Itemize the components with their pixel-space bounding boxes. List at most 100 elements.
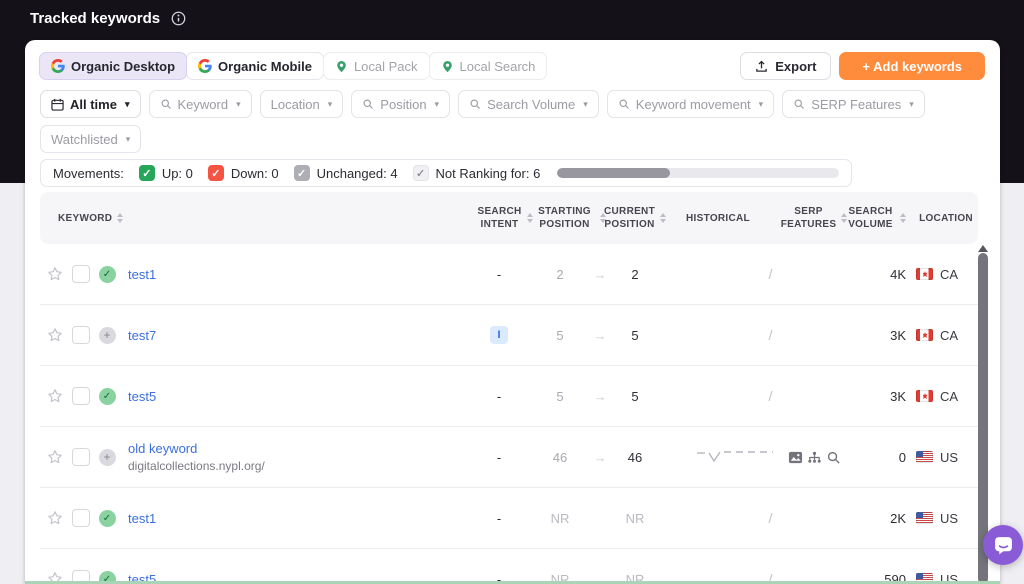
movement-filter-up[interactable]: ✓ Up: 0 (139, 165, 193, 181)
country-code: US (940, 450, 958, 465)
chevron-down-icon: ▾ (909, 99, 914, 110)
tab-label: Local Search (460, 59, 536, 74)
watchlisted-filter[interactable]: Watchlisted ▾ (40, 125, 141, 153)
column-header-serp-features[interactable]: SERP FEATURES (782, 205, 846, 231)
country-flag (916, 451, 933, 463)
chevron-down-icon: ▾ (125, 99, 130, 110)
checkbox-checked-icon[interactable]: ✓ (139, 165, 155, 181)
export-icon (755, 60, 768, 73)
tracked-keywords-panel: Organic Desktop Organic Mobile Local Pac… (25, 40, 1000, 584)
search-volume-value: 2K (846, 511, 906, 526)
country-flag (916, 512, 933, 524)
historical-tick-icon (766, 512, 774, 524)
movements-bar: Movements: ✓ Up: 0 ✓ Down: 0 ✓ Unchanged… (40, 159, 852, 187)
row-checkbox[interactable] (72, 387, 90, 405)
star-icon[interactable] (42, 388, 68, 404)
starting-position: 2 (530, 267, 590, 282)
search-volume-value: 3K (846, 328, 906, 343)
serp-features-filter[interactable]: SERP Features ▾ (782, 90, 925, 118)
scroll-up-arrow-icon[interactable] (978, 240, 988, 252)
column-header-search-intent[interactable]: SEARCH INTENT (480, 205, 530, 231)
search-volume-filter[interactable]: Search Volume ▾ (458, 90, 599, 118)
keyword-url: digitalcollections.nypl.org/ (128, 459, 265, 473)
search-icon (362, 98, 374, 110)
table-row: + test7 I 5 → 5 3K CA (40, 305, 978, 366)
current-position: 2 (610, 267, 660, 282)
filter-label: SERP Features (811, 97, 901, 112)
movement-filter-down[interactable]: ✓ Down: 0 (208, 165, 279, 181)
keyword-link[interactable]: test7 (128, 328, 156, 343)
keyword-movement-filter[interactable]: Keyword movement ▾ (607, 90, 774, 118)
map-pin-icon (335, 60, 348, 73)
location-filter[interactable]: Location ▾ (260, 90, 344, 118)
column-header-historical: HISTORICAL (660, 212, 776, 225)
keyword-filter[interactable]: Keyword ▾ (149, 90, 252, 118)
tab-organic-desktop[interactable]: Organic Desktop (39, 52, 187, 80)
position-filter[interactable]: Position ▾ (351, 90, 450, 118)
add-keywords-button[interactable]: + Add keywords (839, 52, 985, 80)
chat-bubble-icon (993, 535, 1014, 556)
add-keywords-label: + Add keywords (862, 59, 962, 74)
chevron-down-icon: ▾ (126, 134, 131, 145)
tab-label: Organic Mobile (218, 59, 312, 74)
column-header-current-position[interactable]: CURRENT POSITION (610, 205, 660, 231)
tab-local-search[interactable]: Local Search (429, 52, 548, 80)
keyword-link[interactable]: test1 (128, 267, 156, 282)
search-intent-value: - (497, 450, 501, 465)
row-checkbox[interactable] (72, 326, 90, 344)
historical-tick-icon (766, 268, 774, 280)
page-header: Tracked keywords (30, 10, 186, 27)
status-icon: ✓ (99, 388, 116, 405)
arrow-right-icon: → (590, 328, 610, 343)
column-header-keyword[interactable]: KEYWORD (58, 212, 480, 225)
tab-label: Organic Desktop (71, 59, 175, 74)
keyword-link[interactable]: old keyword (128, 441, 197, 456)
checkbox-checked-icon[interactable]: ✓ (208, 165, 224, 181)
toolbar: Organic Desktop Organic Mobile Local Pac… (40, 52, 985, 80)
search-intent-value: - (497, 389, 501, 404)
checkbox-checked-icon[interactable]: ✓ (294, 165, 310, 181)
starting-position: 5 (530, 389, 590, 404)
google-icon (51, 59, 65, 73)
status-icon: ✓ (99, 510, 116, 527)
date-range-filter[interactable]: All time ▾ (40, 90, 141, 118)
historical-tick-icon (766, 390, 774, 402)
row-checkbox[interactable] (72, 448, 90, 466)
star-icon[interactable] (42, 510, 68, 526)
keyword-link[interactable]: test1 (128, 511, 156, 526)
filter-label: Keyword (178, 97, 229, 112)
export-button[interactable]: Export (740, 52, 831, 80)
tab-organic-mobile[interactable]: Organic Mobile (186, 52, 324, 80)
movement-filter-unchanged[interactable]: ✓ Unchanged: 4 (294, 165, 398, 181)
star-icon[interactable] (42, 266, 68, 282)
sitelinks-serp-icon (807, 450, 822, 465)
search-volume-value: 3K (846, 389, 906, 404)
star-icon[interactable] (42, 327, 68, 343)
arrow-right-icon: → (590, 267, 610, 282)
filter-label: Keyword movement (636, 97, 751, 112)
search-volume-value: 4K (846, 267, 906, 282)
status-icon: + (99, 449, 116, 466)
starting-position: 46 (530, 450, 590, 465)
star-icon[interactable] (42, 449, 68, 465)
chat-widget-button[interactable] (983, 525, 1023, 565)
checkbox-checked-icon[interactable]: ✓ (413, 165, 429, 181)
table-row: ✓ test1 - NR NR 2K US (40, 488, 978, 549)
column-header-starting-position[interactable]: STARTING POSITION (530, 205, 610, 231)
tab-local-pack[interactable]: Local Pack (323, 52, 430, 80)
info-icon[interactable] (171, 11, 186, 26)
historical-cell (660, 449, 776, 465)
sort-icon (900, 213, 906, 223)
serp-features-cell (782, 450, 846, 465)
movement-filter-not-ranking[interactable]: ✓ Not Ranking for: 6 (413, 165, 541, 181)
keyword-link[interactable]: test5 (128, 389, 156, 404)
country-code: CA (940, 328, 958, 343)
row-checkbox[interactable] (72, 509, 90, 527)
filter-label: Watchlisted (51, 132, 118, 147)
historical-cell (660, 390, 776, 402)
search-serp-icon (826, 450, 841, 465)
current-position: NR (610, 511, 660, 526)
column-header-search-volume[interactable]: SEARCH VOLUME (846, 205, 906, 231)
historical-tick-icon (766, 329, 774, 341)
row-checkbox[interactable] (72, 265, 90, 283)
